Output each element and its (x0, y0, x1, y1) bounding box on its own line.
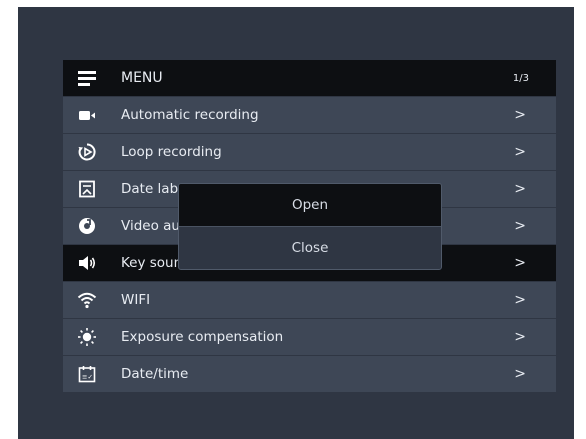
brightness-icon (77, 327, 97, 347)
chevron-right-icon: > (514, 181, 526, 197)
menu-item-label: Automatic recording (121, 107, 259, 123)
option-close[interactable]: Close (179, 227, 441, 269)
speaker-icon (77, 253, 97, 273)
option-open[interactable]: Open (179, 184, 441, 226)
menu-icon[interactable] (77, 68, 97, 88)
menu-item-label: Date/time (121, 366, 189, 382)
menu-item-label: Exposure compensation (121, 329, 284, 345)
chevron-right-icon: > (514, 366, 526, 382)
calendar-icon: ≡✓ (77, 364, 97, 384)
label-icon (77, 179, 97, 199)
wifi-icon (77, 290, 97, 310)
menu-item-wifi[interactable]: WIFI > (63, 282, 556, 318)
option-popup: Open Close (178, 183, 442, 270)
svg-text:≡✓: ≡✓ (82, 373, 93, 381)
menu-item-date-time[interactable]: ≡✓ Date/time > (63, 356, 556, 392)
menu-item-automatic-recording[interactable]: Automatic recording > (63, 97, 556, 133)
chevron-right-icon: > (514, 255, 526, 271)
chevron-right-icon: > (514, 218, 526, 234)
page-indicator: 1/3 (512, 72, 529, 84)
video-camera-icon (77, 105, 97, 125)
chevron-right-icon: > (514, 107, 526, 123)
menu-item-loop-recording[interactable]: Loop recording > (63, 134, 556, 170)
menu-header: MENU 1/3 (63, 60, 556, 96)
chevron-right-icon: > (514, 144, 526, 160)
chevron-right-icon: > (514, 329, 526, 345)
menu-item-label: WIFI (121, 292, 151, 308)
menu-title: MENU (121, 70, 163, 86)
menu-item-exposure-compensation[interactable]: Exposure compensation > (63, 319, 556, 355)
audio-disc-icon (77, 216, 97, 236)
chevron-right-icon: > (514, 292, 526, 308)
loop-icon (77, 142, 97, 162)
menu-item-label: Loop recording (121, 144, 222, 160)
